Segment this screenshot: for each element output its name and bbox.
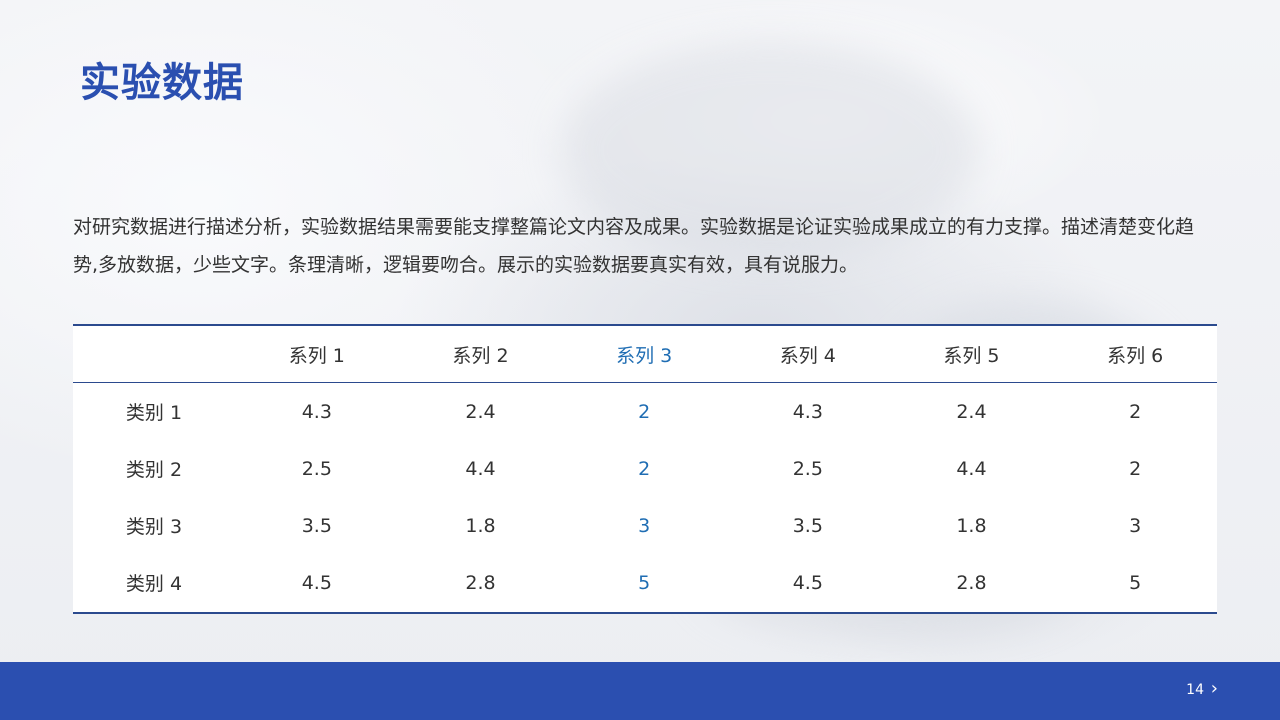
table-cell: 2.4 bbox=[956, 400, 987, 423]
column-header: 系列 5 bbox=[889, 326, 1054, 383]
table-cell: 2 bbox=[1129, 457, 1142, 480]
table-cell: 2.5 bbox=[792, 457, 823, 480]
table-cell: 4.4 bbox=[465, 457, 496, 480]
table-cell: 4.5 bbox=[301, 571, 332, 594]
footer-bar: 14 › bbox=[0, 662, 1280, 720]
table-row: 类别 1 4.3 2.4 2 4.3 2.4 2 bbox=[73, 383, 1217, 441]
table-cell: 4.3 bbox=[301, 400, 332, 423]
table-cell: 2 bbox=[1129, 400, 1142, 423]
table-row: 类别 4 4.5 2.8 5 4.5 2.8 5 bbox=[73, 554, 1217, 611]
data-table: 系列 1 系列 2 系列 3 系列 4 系列 5 系列 6 类别 1 4.3 2… bbox=[73, 326, 1217, 611]
table-cell: 2.4 bbox=[465, 400, 496, 423]
column-header: 系列 6 bbox=[1053, 326, 1217, 383]
row-header: 类别 1 bbox=[125, 402, 183, 424]
table-cell: 2.5 bbox=[301, 457, 332, 480]
table-corner-cell bbox=[73, 326, 235, 383]
row-header: 类别 3 bbox=[125, 516, 183, 538]
table-cell: 3 bbox=[1129, 514, 1142, 537]
page-number: 14 bbox=[1186, 682, 1204, 698]
column-header: 系列 1 bbox=[235, 326, 399, 383]
row-header: 类别 4 bbox=[125, 573, 183, 595]
table-cell: 2 bbox=[638, 400, 651, 423]
data-table-container: 系列 1 系列 2 系列 3 系列 4 系列 5 系列 6 类别 1 4.3 2… bbox=[73, 324, 1217, 614]
table-cell: 1.8 bbox=[465, 514, 496, 537]
table-cell: 5 bbox=[638, 571, 651, 594]
table-cell: 2.8 bbox=[956, 571, 987, 594]
table-row: 类别 2 2.5 4.4 2 2.5 4.4 2 bbox=[73, 440, 1217, 497]
table-header-row: 系列 1 系列 2 系列 3 系列 4 系列 5 系列 6 bbox=[73, 326, 1217, 383]
column-header: 系列 3 bbox=[562, 326, 726, 383]
column-header: 系列 4 bbox=[725, 326, 890, 383]
table-cell: 4.5 bbox=[792, 571, 823, 594]
table-cell: 2 bbox=[638, 457, 651, 480]
table-cell: 2.8 bbox=[465, 571, 496, 594]
table-row: 类别 3 3.5 1.8 3 3.5 1.8 3 bbox=[73, 497, 1217, 554]
table-cell: 4.4 bbox=[956, 457, 987, 480]
table-cell: 5 bbox=[1129, 571, 1142, 594]
row-header: 类别 2 bbox=[125, 459, 183, 481]
description-text: 对研究数据进行描述分析，实验数据结果需要能支撑整篇论文内容及成果。实验数据是论证… bbox=[73, 216, 1195, 276]
table-cell: 3.5 bbox=[301, 514, 332, 537]
table-cell: 4.3 bbox=[792, 400, 823, 423]
table-cell: 1.8 bbox=[956, 514, 987, 537]
table-cell: 3 bbox=[638, 514, 651, 537]
column-header: 系列 2 bbox=[398, 326, 563, 383]
chevron-right-icon[interactable]: › bbox=[1211, 678, 1218, 699]
table-cell: 3.5 bbox=[792, 514, 823, 537]
page-title: 实验数据 bbox=[80, 60, 244, 106]
